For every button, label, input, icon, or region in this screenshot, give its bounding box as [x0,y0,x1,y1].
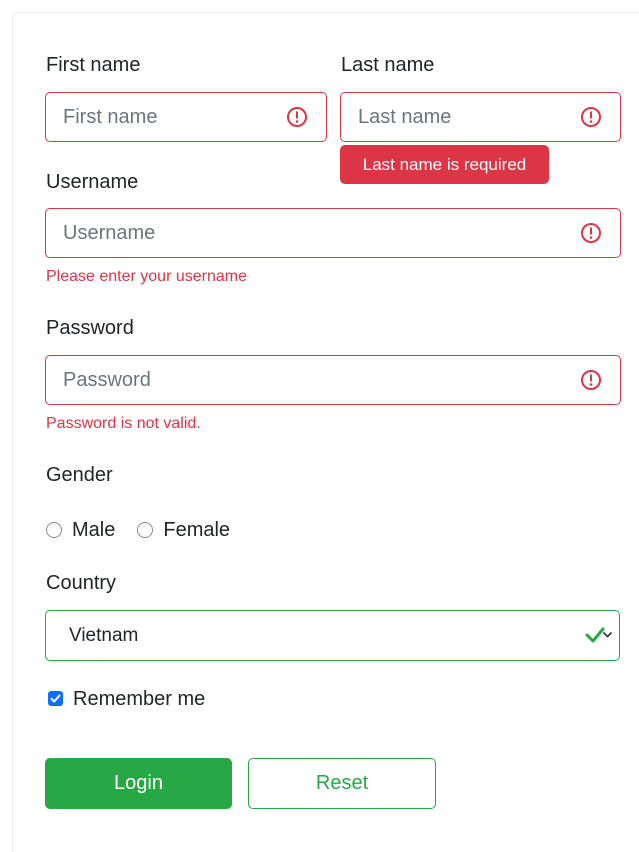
last-name-label: Last name [341,54,435,76]
password-placeholder: Password [63,369,151,391]
female-radio[interactable] [137,522,154,538]
country-label: Country [46,572,117,594]
female-radio-label[interactable]: Female [163,518,230,542]
login-button[interactable]: Login [45,758,232,809]
username-error-message: Please enter your username [46,268,247,285]
exclamation-circle-icon [581,107,601,127]
username-input[interactable]: Username [45,208,621,258]
last-name-error-tooltip: Last name is required [340,145,549,184]
username-label: Username [46,171,139,193]
first-name-placeholder: First name [63,106,158,128]
last-name-input[interactable]: Last name [340,92,621,142]
exclamation-circle-icon [581,370,601,390]
male-radio[interactable] [46,522,62,538]
exclamation-circle-icon [287,107,307,127]
remember-me-checkbox[interactable] [48,691,63,706]
password-input[interactable]: Password [45,355,621,405]
gender-label: Gender [46,464,113,486]
exclamation-circle-icon [581,223,601,243]
first-name-label: First name [46,54,141,76]
country-selected-value: Vietnam [69,625,139,646]
username-placeholder: Username [63,222,156,244]
password-label: Password [46,317,134,339]
chevron-down-icon [603,632,612,638]
gender-radio-group: Male Female [46,516,252,544]
remember-me-label[interactable]: Remember me [73,687,205,711]
checkmark-icon [50,694,61,703]
reset-button[interactable]: Reset [248,758,436,809]
check-icon [585,627,612,643]
country-select[interactable]: Vietnam [45,610,620,661]
male-radio-label[interactable]: Male [72,518,115,542]
password-error-message: Password is not valid. [46,415,201,432]
last-name-placeholder: Last name [358,106,452,128]
first-name-input[interactable]: First name [45,92,327,142]
